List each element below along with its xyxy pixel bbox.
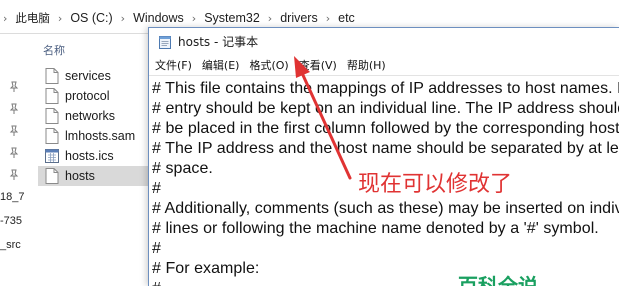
breadcrumb: › 此电脑 › OS (C:) › Windows › System32 › d… [0,9,355,27]
menu-bar: 文件(F) 编辑(E) 格式(O) 查看(V) 帮助(H) [149,55,619,75]
document-icon [45,168,59,184]
breadcrumb-drivers[interactable]: drivers [280,11,318,25]
chevron-right-icon: › [267,11,273,25]
nav-item-fragment[interactable]: _src [0,239,21,251]
breadcrumb-this-pc[interactable]: 此电脑 [15,10,50,26]
breadcrumb-windows[interactable]: Windows [133,11,184,25]
file-item-networks[interactable]: networks [38,106,150,126]
file-name: protocol [65,89,110,103]
editor-line: # For example: [152,260,260,277]
chevron-right-icon: › [191,11,197,25]
editor-line: # [152,180,161,197]
editor-line: # [152,240,161,257]
menu-edit[interactable]: 编辑(E) [202,57,240,73]
editor-line: # be placed in the first column followed… [152,120,619,137]
nav-item-fragment[interactable]: -735 [0,215,22,227]
file-name: networks [65,109,116,123]
file-list: 名称 services protocol networks lmhosts.sa… [36,34,152,286]
document-icon [45,68,59,84]
document-icon [45,108,59,124]
file-item-protocol[interactable]: protocol [38,86,150,106]
menu-format[interactable]: 格式(O) [249,57,288,73]
nav-item-fragment[interactable]: 18_7 [0,191,24,203]
chevron-right-icon: › [57,11,63,25]
menu-view[interactable]: 查看(V) [299,57,337,73]
navigation-pane: 18_7 -735 _src [0,34,36,286]
chevron-right-icon: › [3,11,8,25]
file-name: services [65,69,111,83]
pin-icon[interactable] [9,103,19,115]
breadcrumb-os-drive[interactable]: OS (C:) [70,11,112,25]
file-item-hosts[interactable]: hosts [38,166,150,186]
file-item-services[interactable]: services [38,66,150,86]
file-name: hosts.ics [65,149,114,163]
pin-icon[interactable] [9,169,19,181]
file-item-lmhosts-sam[interactable]: lmhosts.sam [38,126,150,146]
breadcrumb-system32[interactable]: System32 [204,11,260,25]
watermark: 百科全说 [458,274,538,286]
chevron-right-icon: › [325,11,331,25]
calendar-icon [45,149,59,163]
editor-line: # space. [152,160,213,177]
breadcrumb-etc[interactable]: etc [338,11,355,25]
pin-icon[interactable] [9,81,19,93]
file-name: hosts [65,169,95,183]
document-icon [45,88,59,104]
window-title: hosts - 记事本 [178,35,259,49]
editor-line: # The IP address and the host name shoul… [152,140,619,157]
menu-help[interactable]: 帮助(H) [347,57,386,73]
notepad-icon [159,35,171,49]
document-icon [45,128,59,144]
pin-icon[interactable] [9,125,19,137]
editor-line: # [152,280,161,286]
editor-line: # Additionally, comments (such as these)… [152,200,619,217]
pin-icon[interactable] [9,147,19,159]
chevron-right-icon: › [120,11,126,25]
notepad-window: hosts - 记事本 文件(F) 编辑(E) 格式(O) 查看(V) 帮助(H… [148,27,619,286]
menu-file[interactable]: 文件(F) [155,57,192,73]
annotation-text: 现在可以修改了 [358,172,513,197]
file-item-hosts-ics[interactable]: hosts.ics [38,146,150,166]
file-name: lmhosts.sam [65,129,136,143]
column-header-name[interactable]: 名称 [43,42,65,58]
editor-line: # entry should be kept on an individual … [152,100,619,117]
editor-line: # lines or following the machine name de… [152,220,599,237]
editor-line: # This file contains the mappings of IP … [152,80,619,97]
title-bar[interactable]: hosts - 记事本 [149,28,619,55]
